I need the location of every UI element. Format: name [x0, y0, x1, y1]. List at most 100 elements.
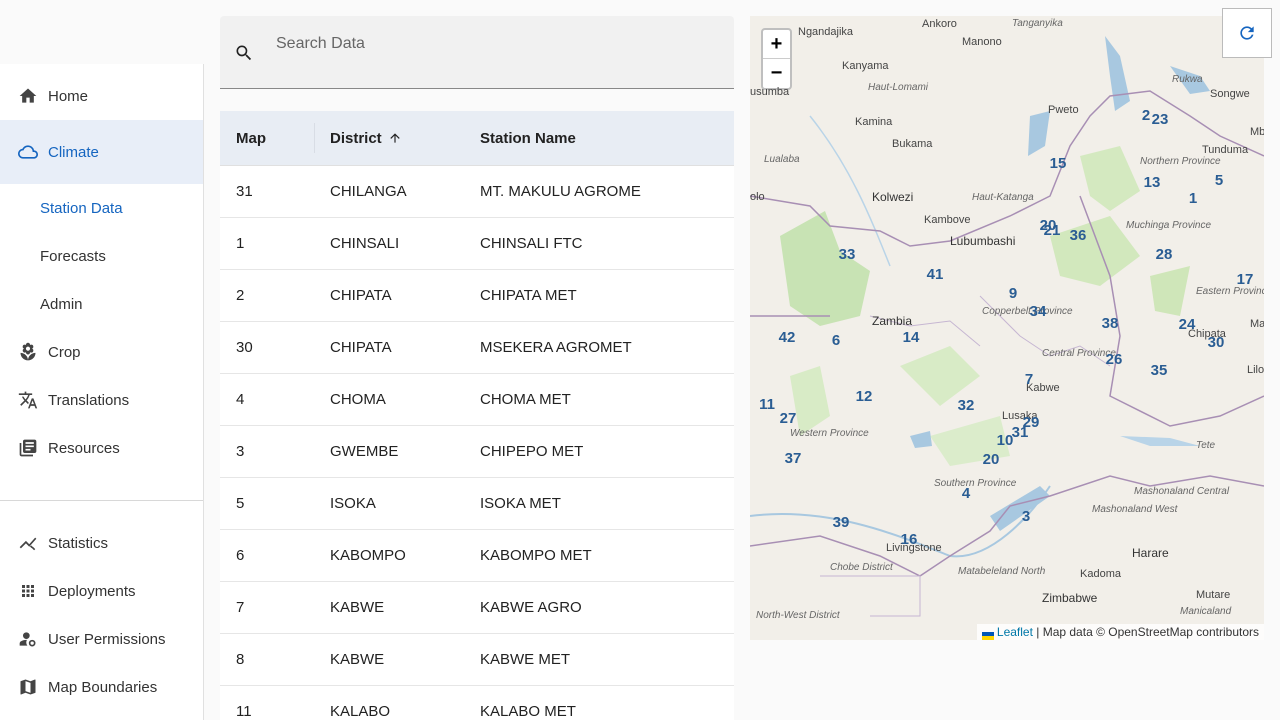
table-row[interactable]: 6 KABOMPO KABOMPO MET — [220, 530, 734, 582]
table-cell-station: CHIPATA MET — [480, 287, 577, 304]
table-row[interactable]: 4 CHOMA CHOMA MET — [220, 374, 734, 426]
table-row[interactable]: 7 KABWE KABWE AGRO — [220, 582, 734, 634]
refresh-button[interactable] — [1222, 8, 1272, 58]
table-cell-station: KABWE MET — [480, 651, 571, 668]
station-marker[interactable]: 15 — [1047, 153, 1069, 175]
table-row[interactable]: 3 GWEMBE CHIPEPO MET — [220, 426, 734, 478]
station-marker[interactable]: 11 — [756, 394, 778, 416]
sidebar-subitem-forecasts[interactable]: Forecasts — [40, 248, 106, 265]
column-header-label: Map — [236, 129, 266, 147]
map-place-label: Mashonaland West — [1092, 504, 1178, 515]
station-marker[interactable]: 38 — [1099, 313, 1121, 335]
station-marker[interactable]: 9 — [1002, 283, 1024, 305]
table-row[interactable]: 1 CHINSALI CHINSALI FTC — [220, 218, 734, 270]
sidebar-subitem-station-data[interactable]: Station Data — [40, 200, 123, 217]
table-row[interactable]: 31 CHILANGA MT. MAKULU AGROME — [220, 166, 734, 218]
station-marker[interactable]: 1 — [1182, 188, 1204, 210]
station-marker[interactable]: 3 — [1015, 506, 1037, 528]
library-books-icon — [18, 438, 38, 458]
table-cell-district: KABWE — [330, 599, 385, 616]
table-body: 31 CHILANGA MT. MAKULU AGROME 1 CHINSALI CHIN… — [220, 166, 734, 720]
station-marker[interactable]: 14 — [900, 327, 922, 349]
station-marker[interactable]: 12 — [853, 386, 875, 408]
table-row[interactable]: 8 KABWE KABWE MET — [220, 634, 734, 686]
map-place-label: Ankoro — [922, 18, 957, 30]
station-marker[interactable]: 41 — [924, 264, 946, 286]
map-attribution: Leaflet | Map data © OpenStreetMap contr… — [976, 624, 1264, 640]
map-place-label: usumba — [750, 86, 790, 98]
station-marker[interactable]: 37 — [782, 448, 804, 470]
column-header-station-name[interactable]: Station Name — [465, 111, 734, 166]
ukraine-flag-icon — [981, 629, 994, 640]
map-view[interactable]: + − Ngandajika Ankoro Tanganyika Manono Kany… — [750, 16, 1264, 640]
station-marker[interactable]: 34 — [1027, 301, 1049, 323]
sidebar-subitem-admin[interactable]: Admin — [40, 296, 83, 313]
sidebar-item-statistics[interactable]: Statistics — [0, 519, 203, 567]
table-cell-district: GWEMBE — [330, 443, 399, 460]
station-marker[interactable]: 23 — [1149, 109, 1171, 131]
sidebar-item-map-boundaries[interactable]: Map Boundaries — [0, 663, 203, 711]
column-header-district[interactable]: District — [315, 111, 465, 166]
map-place-label: Tanganyika — [1012, 18, 1063, 29]
station-marker[interactable]: 32 — [955, 395, 977, 417]
station-marker[interactable]: 27 — [777, 408, 799, 430]
search-input[interactable] — [276, 32, 716, 56]
sidebar-item-climate[interactable]: Climate — [0, 120, 203, 184]
sidebar-item-home[interactable]: Home — [0, 72, 203, 120]
table-cell-district: CHIPATA — [330, 287, 392, 304]
map-place-label: Kanyama — [842, 60, 889, 72]
station-marker[interactable]: 4 — [955, 483, 977, 505]
leaflet-link[interactable]: Leaflet — [997, 625, 1033, 639]
station-marker[interactable]: 28 — [1153, 244, 1175, 266]
map-place-label: Muchinga Province — [1126, 220, 1212, 231]
station-marker[interactable]: 5 — [1208, 170, 1230, 192]
table-cell-map: 5 — [236, 495, 245, 512]
station-marker[interactable]: 13 — [1141, 172, 1163, 194]
zoom-in-button[interactable]: + — [763, 30, 790, 59]
zoom-control: + − — [761, 28, 792, 90]
table-row[interactable]: 11 KALABO KALABO MET — [220, 686, 734, 720]
sidebar-item-resources[interactable]: Resources — [0, 424, 203, 472]
station-marker[interactable]: 33 — [836, 244, 858, 266]
attribution-text: | Map data © OpenStreetMap contributors — [1032, 625, 1259, 639]
station-marker[interactable]: 26 — [1103, 349, 1125, 371]
table-cell-district: CHILANGA — [330, 183, 407, 200]
sidebar-item-crop[interactable]: Crop — [0, 328, 203, 376]
zoom-out-button[interactable]: − — [763, 59, 790, 88]
sidebar-item-user-permissions[interactable]: User Permissions — [0, 615, 203, 663]
map-place-label: Tete — [1196, 440, 1216, 451]
cloud-icon — [18, 142, 38, 162]
map-place-label: Haut-Lomami — [868, 82, 929, 93]
table-row[interactable]: 5 ISOKA ISOKA MET — [220, 478, 734, 530]
station-marker[interactable]: 30 — [1205, 332, 1227, 354]
table-cell-district: CHOMA — [330, 391, 386, 408]
table-cell-station: KABWE AGRO — [480, 599, 582, 616]
sidebar-item-translations[interactable]: Translations — [0, 376, 203, 424]
station-table: Map District Station Name 31 CHILANGA MT. … — [220, 111, 734, 720]
map-place-label: Western Province — [790, 428, 869, 439]
station-marker[interactable]: 6 — [825, 330, 847, 352]
column-header-map[interactable]: Map — [220, 123, 315, 153]
station-marker[interactable]: 35 — [1148, 360, 1170, 382]
table-cell-station: ISOKA MET — [480, 495, 561, 512]
station-marker[interactable]: 7 — [1018, 369, 1040, 391]
map-icon — [18, 677, 38, 697]
station-marker[interactable]: 24 — [1176, 314, 1198, 336]
table-cell-map: 4 — [236, 391, 245, 408]
station-marker[interactable]: 36 — [1067, 225, 1089, 247]
sidebar-item-deployments[interactable]: Deployments — [0, 567, 203, 615]
station-marker[interactable]: 21 — [1041, 220, 1063, 242]
table-row[interactable]: 2 CHIPATA CHIPATA MET — [220, 270, 734, 322]
station-marker[interactable]: 42 — [776, 327, 798, 349]
station-marker[interactable]: 17 — [1234, 269, 1256, 291]
station-marker[interactable]: 39 — [830, 512, 852, 534]
table-row[interactable]: 30 CHIPATA MSEKERA AGROMET — [220, 322, 734, 374]
table-cell-map: 1 — [236, 235, 245, 252]
map-place-label: Pweto — [1048, 104, 1079, 116]
table-cell-station: CHIPEPO MET — [480, 443, 584, 460]
station-marker[interactable]: 20 — [980, 449, 1002, 471]
map-place-label: Matabeleland North — [958, 566, 1046, 577]
station-marker[interactable]: 16 — [898, 529, 920, 551]
sidebar-item-label: Crop — [48, 343, 81, 361]
sidebar-item-label: Home — [48, 87, 89, 105]
